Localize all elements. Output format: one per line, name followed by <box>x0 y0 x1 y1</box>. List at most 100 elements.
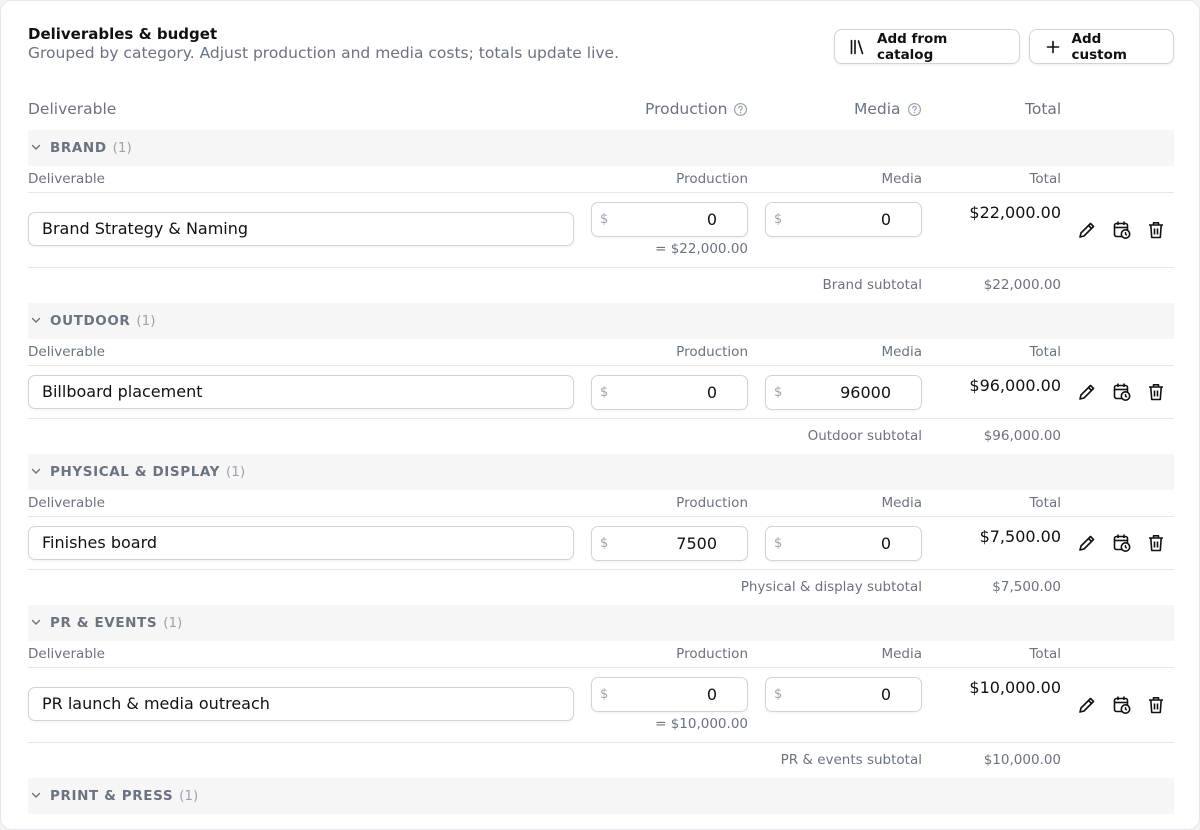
subheader-media: Media <box>881 495 922 511</box>
question-circle-icon[interactable] <box>733 102 748 117</box>
subheader-media: Media <box>881 646 922 662</box>
subheader-production: Production <box>676 495 748 511</box>
add-from-catalog-label: Add from catalog <box>877 30 948 63</box>
group-name-text: PR & EVENTS <box>50 615 158 631</box>
subheader-deliverable: Deliverable <box>28 171 105 187</box>
subheader-production: Production <box>676 344 748 360</box>
trash-icon[interactable] <box>1145 694 1167 716</box>
production-equivalent: = $10,000.00 <box>655 716 748 732</box>
group-name: PRINT & PRESS (1) <box>50 788 198 804</box>
group-name: PR & EVENTS (1) <box>50 615 182 631</box>
group-name-text: OUTDOOR <box>50 313 131 329</box>
trash-icon[interactable] <box>1145 219 1167 241</box>
group-header-outdoor[interactable]: OUTDOOR (1) <box>28 303 1174 339</box>
column-header-deliverable: Deliverable <box>28 100 116 118</box>
column-total-label: Total <box>1025 100 1062 118</box>
group-subtotal-label: Brand subtotal <box>822 277 922 293</box>
subheader-deliverable: Deliverable <box>28 646 105 662</box>
pencil-icon[interactable] <box>1076 381 1098 403</box>
divider <box>28 365 1174 366</box>
production-value: 0 <box>706 383 717 402</box>
currency-symbol: $ <box>774 687 783 702</box>
calendar-clock-icon[interactable] <box>1111 694 1133 716</box>
calendar-clock-icon[interactable] <box>1111 219 1133 241</box>
currency-symbol: $ <box>774 536 783 551</box>
deliverable-name-input[interactable]: Billboard placement <box>28 375 574 409</box>
group-name: BRAND (1) <box>50 140 132 156</box>
row-total: $22,000.00 <box>969 203 1061 222</box>
pencil-icon[interactable] <box>1076 532 1098 554</box>
production-equivalent: = $22,000.00 <box>655 241 748 257</box>
chevron-down-icon[interactable] <box>31 466 41 476</box>
media-cost-input[interactable]: $ 0 <box>765 677 922 712</box>
divider <box>28 267 1174 268</box>
plus-icon <box>1044 38 1062 56</box>
currency-symbol: $ <box>774 212 783 227</box>
group-header-physical-display[interactable]: PHYSICAL & DISPLAY (1) <box>28 454 1174 490</box>
divider <box>28 569 1174 570</box>
group-subtotal-label: Outdoor subtotal <box>807 428 922 444</box>
media-cost-input[interactable]: $ 0 <box>765 526 922 561</box>
media-cost-input[interactable]: $ 0 <box>765 202 922 237</box>
production-cost-input[interactable]: $ 7500 <box>591 526 748 561</box>
row-total: $96,000.00 <box>969 376 1061 395</box>
chevron-down-icon[interactable] <box>31 142 41 152</box>
deliverable-name-input[interactable]: Finishes board <box>28 526 574 560</box>
section-title: Deliverables & budget <box>28 25 218 43</box>
group-subtotal-label: PR & events subtotal <box>780 752 922 768</box>
production-value: 7500 <box>676 534 717 553</box>
trash-icon[interactable] <box>1145 532 1167 554</box>
deliverables-card: Deliverables & budget Grouped by categor… <box>0 0 1200 830</box>
trash-icon[interactable] <box>1145 381 1167 403</box>
group-header-brand[interactable]: BRAND (1) <box>28 130 1174 166</box>
subheader-production: Production <box>676 171 748 187</box>
calendar-clock-icon[interactable] <box>1111 532 1133 554</box>
group-subtotal-value: $96,000.00 <box>983 428 1061 444</box>
group-count: (1) <box>112 140 132 156</box>
currency-symbol: $ <box>774 385 783 400</box>
deliverable-name-input[interactable]: PR launch & media outreach <box>28 687 574 721</box>
pencil-icon[interactable] <box>1076 694 1098 716</box>
subheader-media: Media <box>881 344 922 360</box>
currency-symbol: $ <box>600 385 609 400</box>
media-cost-input[interactable]: $ 96000 <box>765 375 922 410</box>
add-custom-label: Add custom <box>1071 30 1127 63</box>
row-total: $7,500.00 <box>979 527 1061 546</box>
subheader-total: Total <box>1029 171 1061 187</box>
production-cost-input[interactable]: $ 0 <box>591 677 748 712</box>
column-header-total: Total <box>1025 100 1061 118</box>
production-cost-input[interactable]: $ 0 <box>591 202 748 237</box>
currency-symbol: $ <box>600 212 609 227</box>
divider <box>28 516 1174 517</box>
group-count: (1) <box>179 788 199 804</box>
group-subtotal-value: $7,500.00 <box>992 579 1061 595</box>
pencil-icon[interactable] <box>1076 219 1098 241</box>
subheader-deliverable: Deliverable <box>28 344 105 360</box>
media-value: 96000 <box>840 383 891 402</box>
divider <box>28 418 1174 419</box>
add-custom-button[interactable]: Add custom <box>1029 29 1174 64</box>
deliverable-name-input[interactable]: Brand Strategy & Naming <box>28 212 574 246</box>
divider <box>28 667 1174 668</box>
group-name: OUTDOOR (1) <box>50 313 156 329</box>
add-from-catalog-button[interactable]: Add from catalog <box>834 29 1020 64</box>
column-production-label: Production <box>645 100 728 118</box>
group-subtotal-value: $22,000.00 <box>983 277 1061 293</box>
production-cost-input[interactable]: $ 0 <box>591 375 748 410</box>
chevron-down-icon[interactable] <box>31 790 41 800</box>
group-count: (1) <box>136 313 156 329</box>
question-circle-icon[interactable] <box>907 102 922 117</box>
column-deliverable-label: Deliverable <box>28 100 117 118</box>
chevron-down-icon[interactable] <box>31 315 41 325</box>
media-value: 0 <box>880 685 891 704</box>
group-subtotal-label: Physical & display subtotal <box>740 579 922 595</box>
chevron-down-icon[interactable] <box>31 617 41 627</box>
group-header-pr-events[interactable]: PR & EVENTS (1) <box>28 605 1174 641</box>
column-header-media: Media <box>854 100 922 118</box>
group-name-text: BRAND <box>50 140 107 156</box>
column-media-label: Media <box>854 100 901 118</box>
column-header-production: Production <box>645 100 748 118</box>
group-name-text: PRINT & PRESS <box>50 788 174 804</box>
group-header-print-press[interactable]: PRINT & PRESS (1) <box>28 778 1174 814</box>
calendar-clock-icon[interactable] <box>1111 381 1133 403</box>
